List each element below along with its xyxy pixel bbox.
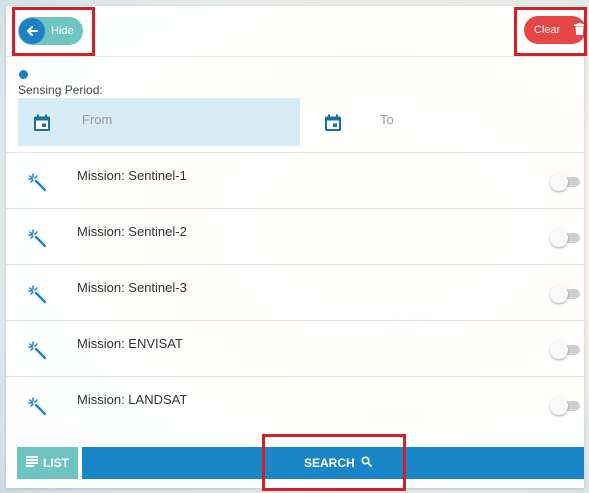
highlight-box-hide [12,7,95,56]
mission-label: Mission: LANDSAT [77,392,188,407]
mission-item-sentinel-1[interactable]: Mission: Sentinel-1 [6,152,584,208]
toggle-knob [550,173,568,191]
date-to-placeholder: To [380,112,394,127]
mission-toggle[interactable] [550,341,580,359]
mission-toggle[interactable] [550,397,580,415]
mission-toggle[interactable] [550,229,580,247]
toggle-knob [550,229,568,247]
mission-item-envisat[interactable]: Mission: ENVISAT [6,320,584,376]
calendar-icon [33,114,51,137]
calendar-icon [324,114,342,137]
mission-label: Mission: Sentinel-1 [77,168,187,183]
mission-item-sentinel-2[interactable]: Mission: Sentinel-2 [6,208,584,264]
mission-toggle[interactable] [550,285,580,303]
sensing-period-label: Sensing Period: [18,83,103,97]
mission-label: Mission: ENVISAT [77,336,183,351]
magic-wand-icon [28,229,47,252]
toggle-knob [550,285,568,303]
mission-list: Mission: Sentinel-1 Mission: Sentinel-2 … [6,152,584,432]
date-from-field[interactable]: From [18,98,300,146]
magic-wand-icon [28,397,47,420]
toggle-knob [550,341,568,359]
list-button[interactable]: LIST [17,447,78,479]
mission-toggle[interactable] [550,173,580,191]
mission-label: Mission: Sentinel-3 [77,280,187,295]
info-icon [19,70,28,79]
search-panel: Hide Clear Sensing Period: From To Missi… [6,6,584,488]
mission-item-sentinel-3[interactable]: Mission: Sentinel-3 [6,264,584,320]
date-to-field[interactable]: To [312,98,584,146]
mission-item-landsat[interactable]: Mission: LANDSAT [6,376,584,432]
magic-wand-icon [28,173,47,196]
toggle-knob [550,397,568,415]
list-button-label: LIST [43,456,69,470]
list-icon [26,456,38,470]
magic-wand-icon [28,341,47,364]
mission-label: Mission: Sentinel-2 [77,224,187,239]
date-from-placeholder: From [82,112,113,127]
highlight-box-clear [514,7,587,56]
highlight-box-search [262,434,406,491]
magic-wand-icon [28,285,47,308]
